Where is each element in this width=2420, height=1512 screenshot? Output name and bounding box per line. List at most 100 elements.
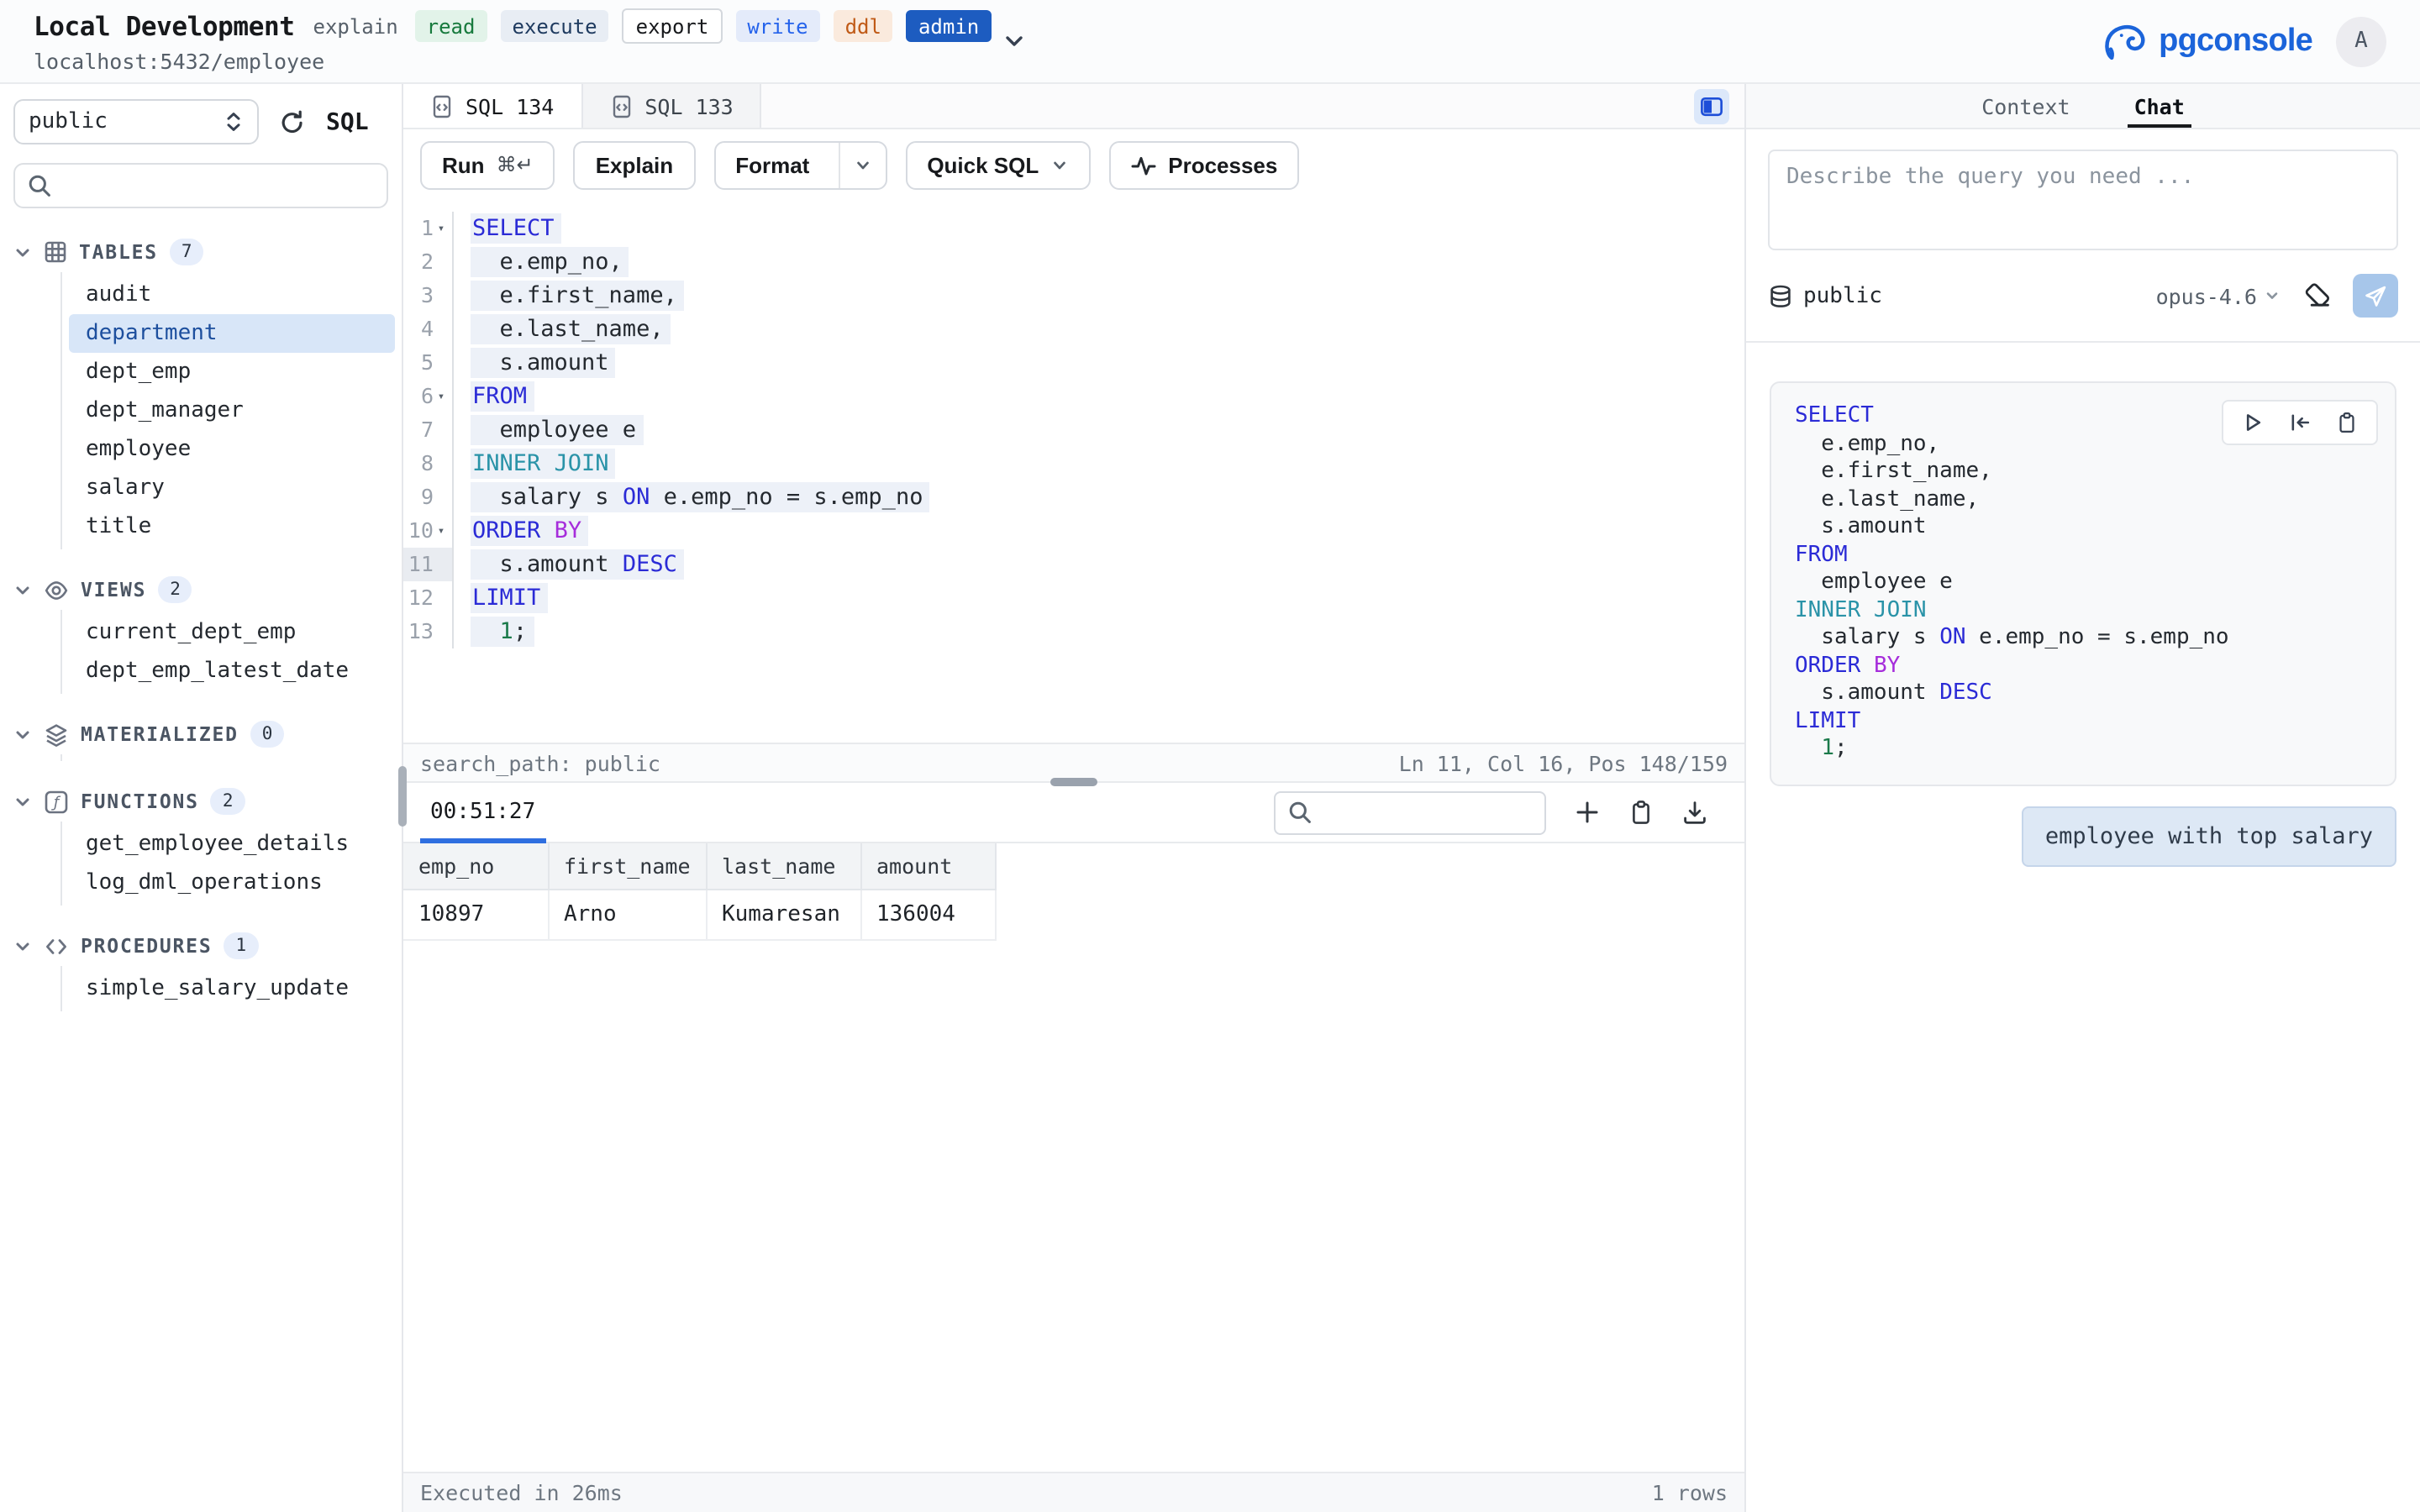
editor-gutter[interactable]: 4 ▾ [403,312,454,346]
editor-gutter[interactable]: 7 ▾ [403,413,454,447]
layers-icon [44,722,69,747]
editor-gutter[interactable]: 12 ▾ [403,581,454,615]
copy-snippet-button[interactable] [2336,412,2358,433]
fold-marker-icon[interactable]: ▾ [434,212,449,245]
editor-gutter[interactable]: 3 ▾ [403,279,454,312]
sidebar-search-input[interactable] [62,171,375,200]
editor-gutter[interactable]: 2 ▾ [403,245,454,279]
tree-item[interactable]: dept_emp [69,353,395,391]
chevron-down-icon [13,580,32,599]
editor-line-text: 1; [454,615,534,648]
editor-gutter[interactable]: 6 ▾ [403,380,454,413]
results-table: emp_nofirst_namelast_nameamount 10897Arn… [403,844,1744,941]
download-results-button[interactable] [1682,801,1707,826]
editor-line-text: e.emp_no, [454,245,629,279]
editor-line: 9 ▾ salary s ON e.emp_no = s.emp_no [403,480,1744,514]
insert-snippet-button[interactable] [2289,412,2311,433]
sql-mode-label[interactable]: SQL [326,108,369,135]
context-schema[interactable]: public [1768,283,1882,308]
model-selector[interactable]: opus-4.6 [2156,283,2281,308]
tree-section-functions-header[interactable]: ƒ FUNCTIONS 2 [13,781,388,822]
tab-chat[interactable]: Chat [2128,84,2191,128]
tree-section-count: 2 [211,788,245,815]
explain-button[interactable]: Explain [574,140,696,189]
editor-gutter[interactable]: 8 ▾ [403,447,454,480]
send-button[interactable] [2353,274,2398,318]
results-resize-handle[interactable] [1050,779,1097,787]
quick-sql-button[interactable]: Quick SQL [905,140,1091,189]
run-button[interactable]: Run ⌘↵ [420,140,555,189]
chevron-down-icon [13,937,32,955]
editor-gutter[interactable]: 10 ▾ [403,514,454,548]
run-shortcut: ⌘↵ [497,153,534,176]
tab-context[interactable]: Context [1975,84,2076,128]
connection-menu-button[interactable] [1001,29,1026,54]
code-token: 1 [500,618,513,645]
model-name: opus-4.6 [2156,283,2257,308]
add-row-button[interactable] [1575,801,1600,826]
tree-item[interactable]: log_dml_operations [69,864,395,902]
sidebar-search[interactable] [13,163,388,208]
snippet-line: e.first_name, [1795,459,2371,486]
table-row[interactable]: 10897ArnoKumaresan136004 [403,890,1744,940]
split-view-button[interactable] [1694,88,1729,123]
tree-section-count: 2 [158,576,192,603]
tree-section-materialized-header[interactable]: MATERIALIZED 0 [13,714,388,754]
results-search[interactable] [1274,791,1546,835]
fold-marker-icon[interactable]: ▾ [434,514,449,548]
copy-results-button[interactable] [1628,801,1654,826]
line-number: 7 [421,413,434,447]
tree-section-functions: ƒ FUNCTIONS 2 get_employee_detailslog_dm… [13,781,388,906]
schema-select[interactable]: public [13,99,259,144]
chat-input[interactable] [1768,150,2398,250]
line-number: 10 [408,514,434,548]
editor-gutter[interactable]: 5 ▾ [403,346,454,380]
run-snippet-button[interactable] [2242,412,2264,433]
refresh-button[interactable] [279,108,306,135]
editor-tab[interactable]: SQL 133 [582,84,761,128]
editor-tab[interactable]: SQL 134 [403,84,582,128]
tree-item[interactable]: employee [69,430,395,469]
editor-line: 2 ▾ e.emp_no, [403,245,1744,279]
processes-label: Processes [1168,152,1277,177]
tree-section-label: PROCEDURES [81,934,213,958]
tree-item[interactable]: dept_manager [69,391,395,430]
avatar[interactable]: A [2336,16,2386,66]
chat-composer: public opus-4.6 [1746,129,2420,343]
editor-gutter[interactable]: 11 ▾ [403,548,454,581]
code-token: ORDER [472,517,540,544]
editor-gutter[interactable]: 13 ▾ [403,615,454,648]
split-panel-icon [1699,93,1724,118]
editor-gutter[interactable]: 9 ▾ [403,480,454,514]
line-number: 1 [421,212,434,245]
table-grid-icon [44,240,67,264]
results-empty-area [403,941,1744,1473]
tree-item[interactable]: simple_salary_update [69,969,395,1008]
result-timer-tab[interactable]: 00:51:27 [420,784,545,843]
tree-section-procedures-header[interactable]: PROCEDURES 1 [13,926,388,966]
editor-gutter[interactable]: 1 ▾ [403,212,454,245]
editor-tab-bar: SQL 134 SQL 133 [403,84,1744,129]
editor-line: 11 ▾ s.amount DESC [403,548,1744,581]
tree-item[interactable]: salary [69,469,395,507]
tree-section-views-header[interactable]: VIEWS 2 [13,570,388,610]
code-token: ; [513,618,527,645]
column-header: emp_no [403,844,548,890]
search-icon [27,173,52,198]
tree-item[interactable]: department [69,314,395,353]
eye-icon [44,577,69,602]
tree-item[interactable]: current_dept_emp [69,613,395,652]
tree-item[interactable]: audit [69,276,395,314]
tree-section-tables-header[interactable]: TABLES 7 [13,232,388,272]
format-dropdown-button[interactable] [838,142,885,187]
tree-item[interactable]: title [69,507,395,546]
processes-button[interactable]: Processes [1109,140,1299,189]
editor-line: 6 ▾ FROM [403,380,1744,413]
format-button[interactable]: Format [713,140,886,189]
results-search-input[interactable] [1323,799,1533,827]
tree-item[interactable]: get_employee_details [69,825,395,864]
tree-item[interactable]: dept_emp_latest_date [69,652,395,690]
fold-marker-icon[interactable]: ▾ [434,380,449,413]
clear-chat-button[interactable] [2302,281,2331,310]
sql-editor[interactable]: 1 ▾ SELECT 2 ▾ e.emp_no, 3 ▾ [403,200,1744,743]
